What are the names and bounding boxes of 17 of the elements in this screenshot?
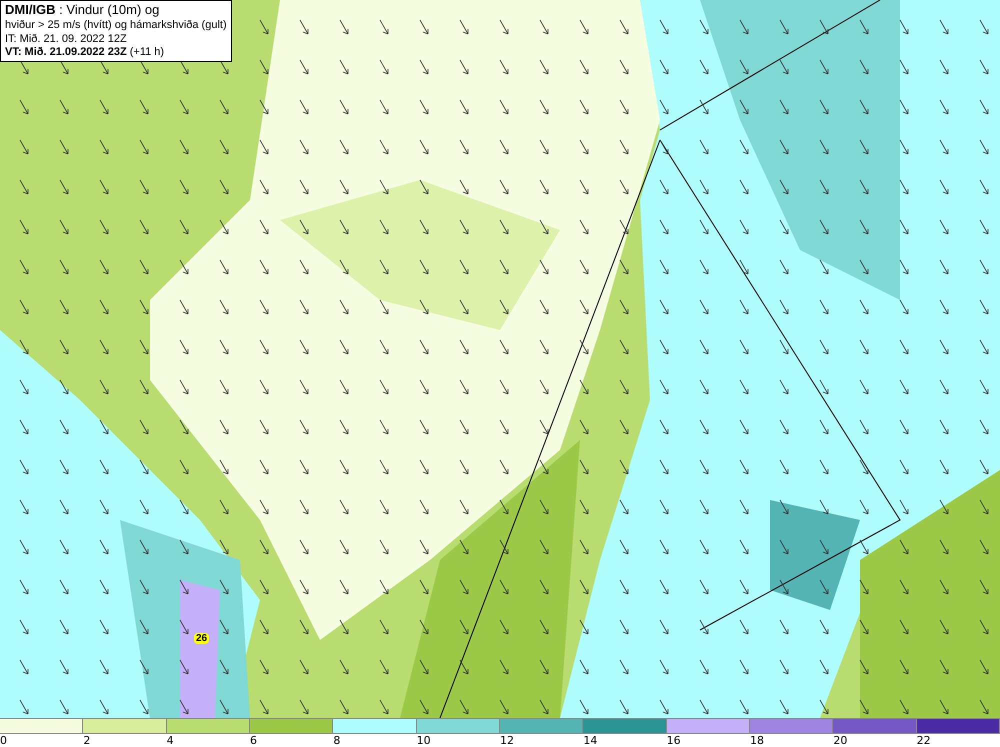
info-text: hviður > 25 m/s (hvítt) og hámarkshviða (gult) bbox=[5, 18, 227, 32]
scale-label: 14 bbox=[583, 734, 598, 747]
scale-label: 2 bbox=[83, 734, 90, 747]
scale-label: 4 bbox=[166, 734, 174, 747]
scale-label: 20 bbox=[833, 734, 848, 747]
info-text: IT: Mið. 21. 09. 2022 12Z bbox=[5, 32, 128, 46]
scale-label: 8 bbox=[333, 734, 340, 747]
scale-label: 22 bbox=[916, 734, 931, 747]
scale-label: 12 bbox=[500, 734, 514, 747]
scale-label: 10 bbox=[416, 734, 431, 747]
scale-label: 16 bbox=[666, 734, 681, 747]
info-text: VT: Mið. 21.09.2022 23Z (+11 h) bbox=[5, 46, 166, 59]
max-gust-label: 26 bbox=[194, 633, 210, 644]
scale-label: 18 bbox=[750, 734, 764, 747]
scale-label: 6 bbox=[250, 734, 257, 747]
scale-label: 0 bbox=[0, 734, 7, 747]
info-text: DMI/IGB : Vindur (10m) og bbox=[5, 3, 160, 18]
